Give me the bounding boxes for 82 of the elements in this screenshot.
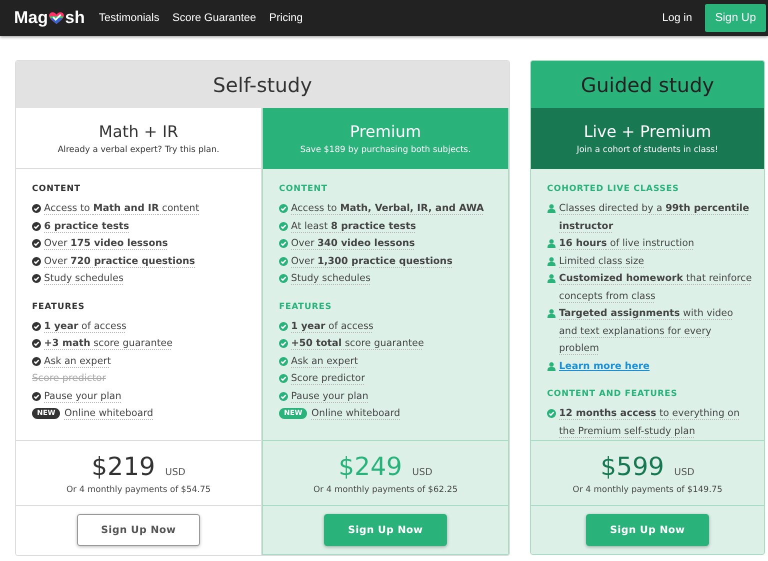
- currency-label: USD: [165, 466, 186, 478]
- feature-text: Pause your plan: [44, 390, 122, 404]
- plan-name: Live + Premium: [584, 122, 712, 140]
- heart-check-icon: [48, 11, 65, 25]
- check-circle-icon: [279, 339, 288, 348]
- check-circle-icon: [32, 222, 41, 230]
- plan-subtitle: Already a verbal expert? Try this plan.: [58, 144, 220, 154]
- currency-label: USD: [412, 466, 432, 478]
- feature-text: 16 hours of live instruction: [559, 237, 694, 251]
- feature-text: 1 year of access: [291, 320, 374, 334]
- installments-text: Or 4 monthly payments of $149.75: [572, 484, 722, 494]
- person-icon: [547, 362, 556, 370]
- feature-text: Over 175 video lessons: [44, 237, 168, 251]
- price: $599: [600, 452, 664, 480]
- person-icon: [547, 239, 556, 248]
- check-circle-icon: [279, 204, 288, 213]
- plan-subtitle: Join a cohort of students in class!: [576, 144, 718, 154]
- check-circle-icon: [279, 356, 288, 366]
- person-icon: [547, 309, 556, 318]
- check-circle-icon: [279, 322, 288, 330]
- check-circle-icon: [279, 274, 288, 283]
- check-circle-icon: [32, 322, 41, 330]
- person-icon: [547, 256, 556, 266]
- feature-text: Targeted assignments with video and text explanations for every problem: [559, 307, 734, 356]
- nav-link[interactable]: Score Guarantee: [172, 12, 256, 24]
- check-circle-icon: [547, 409, 556, 418]
- section-heading: CONTENT: [279, 184, 329, 194]
- section-heading: FEATURES: [279, 302, 333, 312]
- check-circle-icon: [32, 239, 41, 248]
- section-heading: CONTENT: [32, 184, 82, 194]
- check-circle-icon: [32, 356, 41, 366]
- check-circle-icon: [279, 374, 288, 383]
- check-circle-icon: [279, 392, 288, 400]
- section-heading: COHORTED LIVE CLASSES: [547, 184, 680, 194]
- check-circle-icon: [279, 256, 288, 266]
- check-circle-icon: [279, 222, 288, 230]
- sign-up-now-button[interactable]: Sign Up Now: [77, 514, 200, 546]
- feature-text: 1 year of access: [44, 320, 126, 334]
- feature-text: Ask an expert: [44, 354, 111, 368]
- currency-label: USD: [674, 466, 694, 478]
- section-heading: FEATURES: [32, 302, 86, 312]
- feature-text: 6 practice tests: [44, 220, 130, 234]
- feature-text: Study schedules: [291, 272, 371, 286]
- feature-text: Pause your plan: [291, 390, 368, 404]
- plan-subtitle: Save $189 by purchasing both subjects.: [300, 144, 471, 154]
- feature-text: Online whiteboard: [311, 407, 400, 421]
- check-circle-icon: [32, 392, 41, 400]
- feature-text: Ask an expert: [291, 354, 358, 368]
- feature-text: Access to Math and IR content: [44, 202, 200, 216]
- logo[interactable]: Mag sh: [14, 8, 85, 28]
- price: $219: [92, 452, 156, 480]
- feature-text: +50 total score guarantee: [291, 337, 424, 351]
- feature-text: Access to Math, Verbal, IR, and AWA: [291, 202, 484, 216]
- group-title: Guided study: [531, 61, 764, 108]
- feature-text: At least 8 practice tests: [291, 220, 416, 234]
- person-icon: [547, 204, 556, 213]
- feature-text: Limited class size: [559, 254, 644, 268]
- feature-text: 12 months access to everything on the Premium self-study plan: [559, 407, 741, 438]
- feature-text: Online whiteboard: [64, 407, 154, 421]
- plan-name: Math + IR: [98, 122, 178, 140]
- feature-text: Score predictor: [291, 372, 365, 386]
- section-heading: CONTENT AND FEATURES: [547, 389, 678, 399]
- nav-link[interactable]: Testimonials: [98, 12, 160, 24]
- feature-text: Over 340 video lessons: [291, 237, 415, 251]
- installments-text: Or 4 monthly payments of $54.75: [66, 484, 211, 494]
- group-title: Self-study: [16, 61, 509, 108]
- check-circle-icon: [32, 204, 41, 213]
- installments-text: Or 4 monthly payments of $62.25: [313, 484, 458, 494]
- plan-name: Premium: [350, 122, 422, 140]
- feature-text: Study schedules: [44, 272, 124, 286]
- price: $249: [338, 452, 402, 480]
- feature-text: +3 math score guarantee: [44, 337, 173, 351]
- check-circle-icon: [32, 256, 41, 266]
- check-circle-icon: [32, 339, 41, 348]
- feature-text: Over 720 practice questions: [44, 254, 196, 268]
- login-link[interactable]: Log in: [662, 12, 692, 24]
- nav-link[interactable]: Pricing: [269, 12, 303, 24]
- person-icon: [547, 274, 556, 283]
- unavailable-feature-text: Score predictor: [32, 372, 106, 386]
- check-circle-icon: [279, 239, 288, 248]
- check-circle-icon: [32, 274, 41, 283]
- feature-text: Over 1,300 practice questions: [291, 254, 452, 268]
